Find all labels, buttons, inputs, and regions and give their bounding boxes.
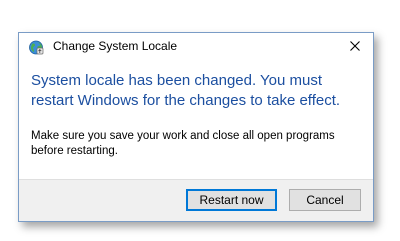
- main-instruction: System locale has been changed. You must…: [31, 72, 341, 109]
- close-icon: [350, 38, 360, 56]
- button-bar: Restart now Cancel: [19, 179, 373, 221]
- window-title: Change System Locale: [53, 39, 178, 53]
- title-bar[interactable]: Change System Locale: [19, 33, 373, 61]
- message-area: System locale has been changed. You must…: [31, 71, 365, 159]
- restart-now-button[interactable]: Restart now: [186, 189, 277, 211]
- globe-icon: [28, 39, 44, 55]
- change-system-locale-dialog: Change System Locale System locale has b…: [18, 32, 374, 222]
- close-button[interactable]: [345, 37, 365, 57]
- secondary-message: Make sure you save your work and close a…: [31, 130, 335, 157]
- cancel-button[interactable]: Cancel: [289, 189, 361, 211]
